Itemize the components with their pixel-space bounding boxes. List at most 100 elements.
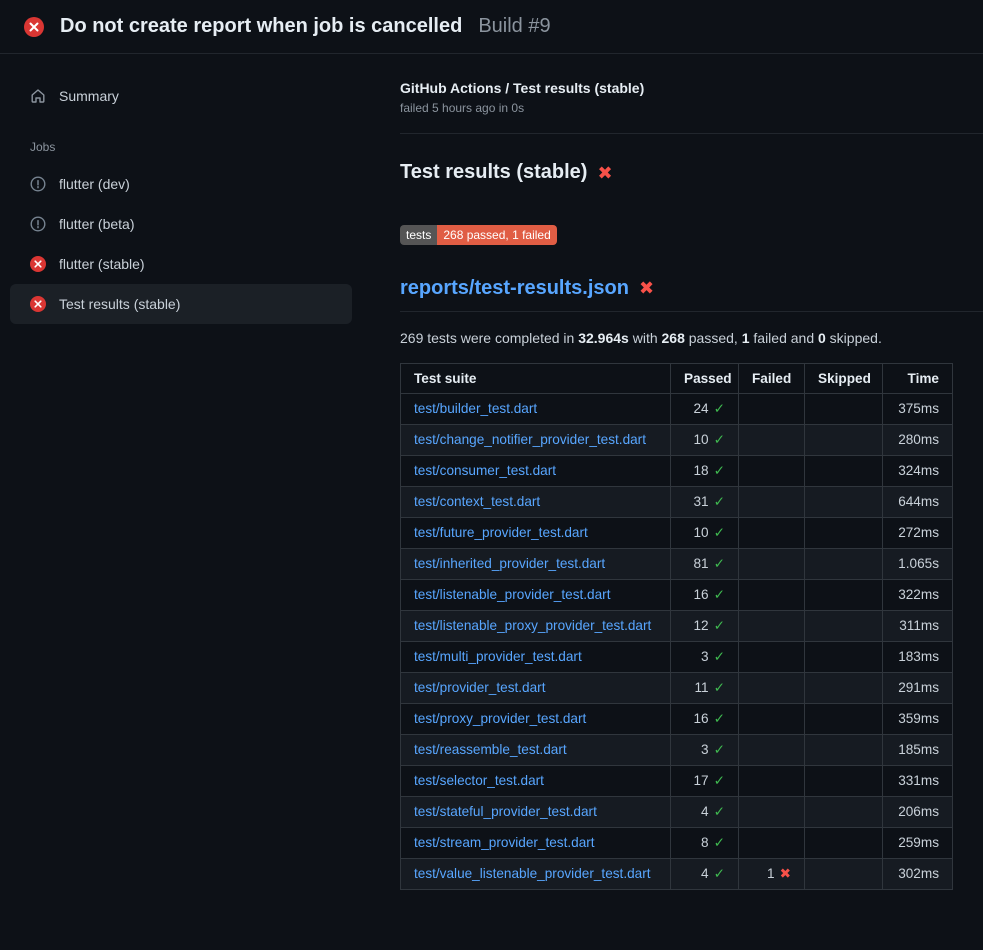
table-row: test/builder_test.dart 24✓ ✖ 375ms xyxy=(401,393,953,424)
check-icon: ✓ xyxy=(714,556,725,571)
check-icon: ✓ xyxy=(714,773,725,788)
failed-cell: ✖ xyxy=(739,579,805,610)
test-suite-link[interactable]: test/listenable_proxy_provider_test.dart xyxy=(414,618,651,633)
table-row: test/consumer_test.dart 18✓ ✖ 324ms xyxy=(401,455,953,486)
test-suite-link[interactable]: test/future_provider_test.dart xyxy=(414,525,588,540)
table-row: test/future_provider_test.dart 10✓ ✖ 272… xyxy=(401,517,953,548)
test-suite-link[interactable]: test/listenable_provider_test.dart xyxy=(414,587,610,602)
sidebar-item-flutter-beta[interactable]: flutter (beta) xyxy=(10,204,352,244)
test-suite-link[interactable]: test/reassemble_test.dart xyxy=(414,742,567,757)
skipped-cell xyxy=(805,703,883,734)
failed-cell: ✖ xyxy=(739,486,805,517)
passed-cell: 4✓ xyxy=(671,858,739,889)
jobs-section-label: Jobs xyxy=(10,116,352,164)
time-cell: 302ms xyxy=(883,858,953,889)
summary-skipped-count: 0 xyxy=(818,330,826,346)
cancelled-icon xyxy=(30,176,46,192)
run-build-number: Build #9 xyxy=(478,15,550,38)
test-suite-link[interactable]: test/value_listenable_provider_test.dart xyxy=(414,866,651,881)
column-header-passed: Passed xyxy=(671,363,739,393)
passed-cell: 8✓ xyxy=(671,827,739,858)
failed-cell: ✖ xyxy=(739,734,805,765)
test-suite-link[interactable]: test/consumer_test.dart xyxy=(414,463,556,478)
results-table-body: test/builder_test.dart 24✓ ✖ 375ms test/… xyxy=(401,393,953,889)
time-cell: 331ms xyxy=(883,765,953,796)
failed-cell: 1✖ xyxy=(739,858,805,889)
skipped-cell xyxy=(805,858,883,889)
test-suite-link[interactable]: test/stateful_provider_test.dart xyxy=(414,804,597,819)
summary-text: passed, xyxy=(685,330,742,346)
passed-cell: 81✓ xyxy=(671,548,739,579)
table-row: test/change_notifier_provider_test.dart … xyxy=(401,424,953,455)
check-icon: ✓ xyxy=(714,587,725,602)
sidebar-item-flutter-stable[interactable]: flutter (stable) xyxy=(10,244,352,284)
skipped-cell xyxy=(805,579,883,610)
results-table: Test suite Passed Failed Skipped Time te… xyxy=(400,363,953,890)
time-cell: 1.065s xyxy=(883,548,953,579)
table-row: test/listenable_proxy_provider_test.dart… xyxy=(401,610,953,641)
x-icon: ✖ xyxy=(780,866,791,881)
time-cell: 359ms xyxy=(883,703,953,734)
summary-line: 269 tests were completed in 32.964s with… xyxy=(400,330,983,346)
check-icon: ✓ xyxy=(714,804,725,819)
sidebar-item-flutter-dev[interactable]: flutter (dev) xyxy=(10,164,352,204)
sidebar-item-test-results-stable[interactable]: Test results (stable) xyxy=(10,284,352,324)
skipped-cell xyxy=(805,548,883,579)
time-cell: 272ms xyxy=(883,517,953,548)
failed-cell: ✖ xyxy=(739,548,805,579)
test-suite-link[interactable]: test/builder_test.dart xyxy=(414,401,537,416)
tests-badge: tests 268 passed, 1 failed xyxy=(400,225,557,245)
x-icon: ✖ xyxy=(597,164,612,182)
table-header-row: Test suite Passed Failed Skipped Time xyxy=(401,363,953,393)
cancelled-icon xyxy=(30,216,46,232)
skipped-cell xyxy=(805,796,883,827)
passed-cell: 18✓ xyxy=(671,455,739,486)
failed-status-icon xyxy=(30,256,46,272)
passed-cell: 24✓ xyxy=(671,393,739,424)
test-suite-link[interactable]: test/inherited_provider_test.dart xyxy=(414,556,605,571)
badge-label: tests xyxy=(400,225,437,245)
time-cell: 375ms xyxy=(883,393,953,424)
passed-cell: 12✓ xyxy=(671,610,739,641)
passed-cell: 16✓ xyxy=(671,579,739,610)
table-row: test/multi_provider_test.dart 3✓ ✖ 183ms xyxy=(401,641,953,672)
table-row: test/reassemble_test.dart 3✓ ✖ 185ms xyxy=(401,734,953,765)
column-header-failed: Failed xyxy=(739,363,805,393)
time-cell: 206ms xyxy=(883,796,953,827)
time-cell: 311ms xyxy=(883,610,953,641)
sidebar-item-label: flutter (beta) xyxy=(59,216,134,232)
sidebar-item-label: flutter (stable) xyxy=(59,256,145,272)
failed-cell: ✖ xyxy=(739,517,805,548)
table-row: test/proxy_provider_test.dart 16✓ ✖ 359m… xyxy=(401,703,953,734)
test-suite-link[interactable]: test/selector_test.dart xyxy=(414,773,544,788)
failed-cell: ✖ xyxy=(739,393,805,424)
failed-cell: ✖ xyxy=(739,424,805,455)
test-suite-link[interactable]: test/proxy_provider_test.dart xyxy=(414,711,586,726)
run-title: Do not create report when job is cancell… xyxy=(60,15,462,38)
summary-text: skipped. xyxy=(826,330,882,346)
failed-cell: ✖ xyxy=(739,765,805,796)
test-suite-link[interactable]: test/context_test.dart xyxy=(414,494,540,509)
test-suite-link[interactable]: test/stream_provider_test.dart xyxy=(414,835,595,850)
failed-cell: ✖ xyxy=(739,703,805,734)
test-suite-link[interactable]: test/provider_test.dart xyxy=(414,680,545,695)
test-suite-link[interactable]: test/change_notifier_provider_test.dart xyxy=(414,432,646,447)
sidebar-item-summary[interactable]: Summary xyxy=(10,76,352,116)
table-row: test/inherited_provider_test.dart 81✓ ✖ … xyxy=(401,548,953,579)
check-icon: ✓ xyxy=(714,680,725,695)
check-icon: ✓ xyxy=(714,401,725,416)
summary-passed-count: 268 xyxy=(662,330,685,346)
table-row: test/value_listenable_provider_test.dart… xyxy=(401,858,953,889)
skipped-cell xyxy=(805,672,883,703)
report-file-link[interactable]: reports/test-results.json xyxy=(400,277,629,300)
time-cell: 185ms xyxy=(883,734,953,765)
section-title-text: Test results (stable) xyxy=(400,161,587,184)
check-icon: ✓ xyxy=(714,711,725,726)
summary-text: with xyxy=(629,330,662,346)
section-title: Test results (stable) ✖ xyxy=(400,161,983,184)
time-cell: 644ms xyxy=(883,486,953,517)
check-icon: ✓ xyxy=(714,649,725,664)
time-cell: 291ms xyxy=(883,672,953,703)
time-cell: 259ms xyxy=(883,827,953,858)
test-suite-link[interactable]: test/multi_provider_test.dart xyxy=(414,649,582,664)
